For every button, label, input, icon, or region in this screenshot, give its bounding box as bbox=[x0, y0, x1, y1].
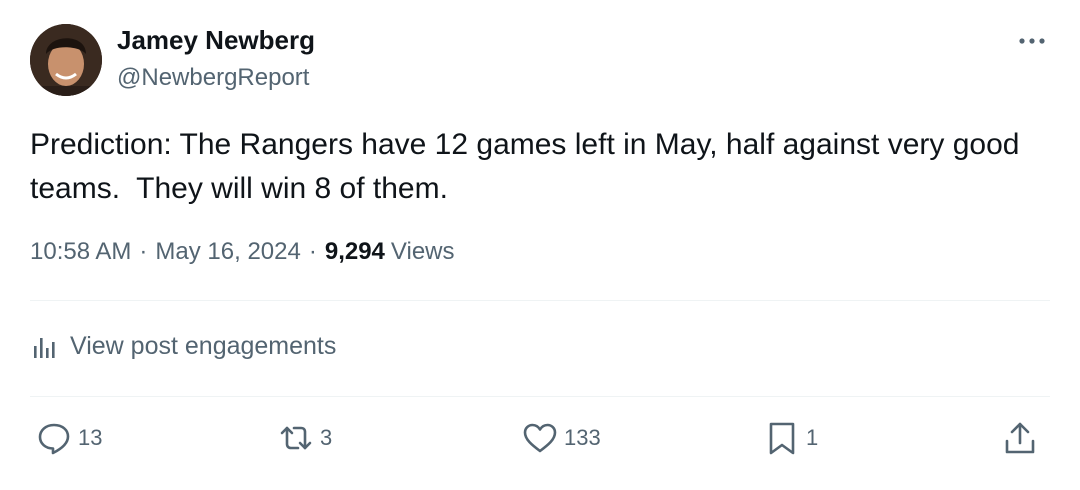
bar-chart-icon bbox=[34, 337, 55, 358]
divider bbox=[30, 300, 1050, 301]
meta-separator: · bbox=[308, 238, 317, 265]
post-date[interactable]: May 16, 2024 bbox=[155, 238, 300, 266]
more-dots-icon bbox=[1019, 38, 1045, 44]
heart-icon bbox=[523, 423, 557, 453]
post-time[interactable]: 10:58 AM bbox=[30, 238, 131, 266]
reply-count: 13 bbox=[78, 425, 103, 450]
divider bbox=[30, 396, 1050, 397]
share-upload-icon bbox=[1005, 422, 1035, 454]
author-name[interactable]: Jamey Newberg bbox=[117, 25, 315, 56]
speech-bubble-icon bbox=[38, 423, 70, 455]
views-count: 9,294 bbox=[324, 238, 385, 265]
view-engagements-label: View post engagements bbox=[70, 332, 337, 360]
view-engagements-link[interactable]: View post engagements bbox=[32, 332, 336, 361]
like-count: 133 bbox=[564, 425, 601, 450]
bookmark-button[interactable]: 1 bbox=[764, 420, 818, 456]
more-options-button[interactable] bbox=[1014, 26, 1050, 56]
bookmark-icon bbox=[769, 422, 795, 455]
repost-count: 3 bbox=[320, 425, 333, 450]
views-label: Views bbox=[390, 238, 455, 265]
avatar[interactable] bbox=[30, 24, 102, 96]
share-button[interactable] bbox=[1002, 420, 1038, 456]
reply-button[interactable]: 13 bbox=[36, 420, 102, 456]
repost-button[interactable]: 3 bbox=[278, 420, 332, 456]
post-text: Prediction: The Rangers have 12 games le… bbox=[30, 128, 1028, 205]
author-handle[interactable]: @NewbergReport bbox=[117, 64, 309, 92]
post-meta: 10:58 AM · May 16, 2024 · 9,294 Views bbox=[30, 238, 455, 266]
meta-separator: · bbox=[139, 238, 148, 265]
like-button[interactable]: 133 bbox=[522, 420, 601, 456]
avatar-photo bbox=[30, 24, 102, 96]
repost-arrows-icon bbox=[280, 426, 312, 450]
bookmark-count: 1 bbox=[806, 425, 819, 450]
